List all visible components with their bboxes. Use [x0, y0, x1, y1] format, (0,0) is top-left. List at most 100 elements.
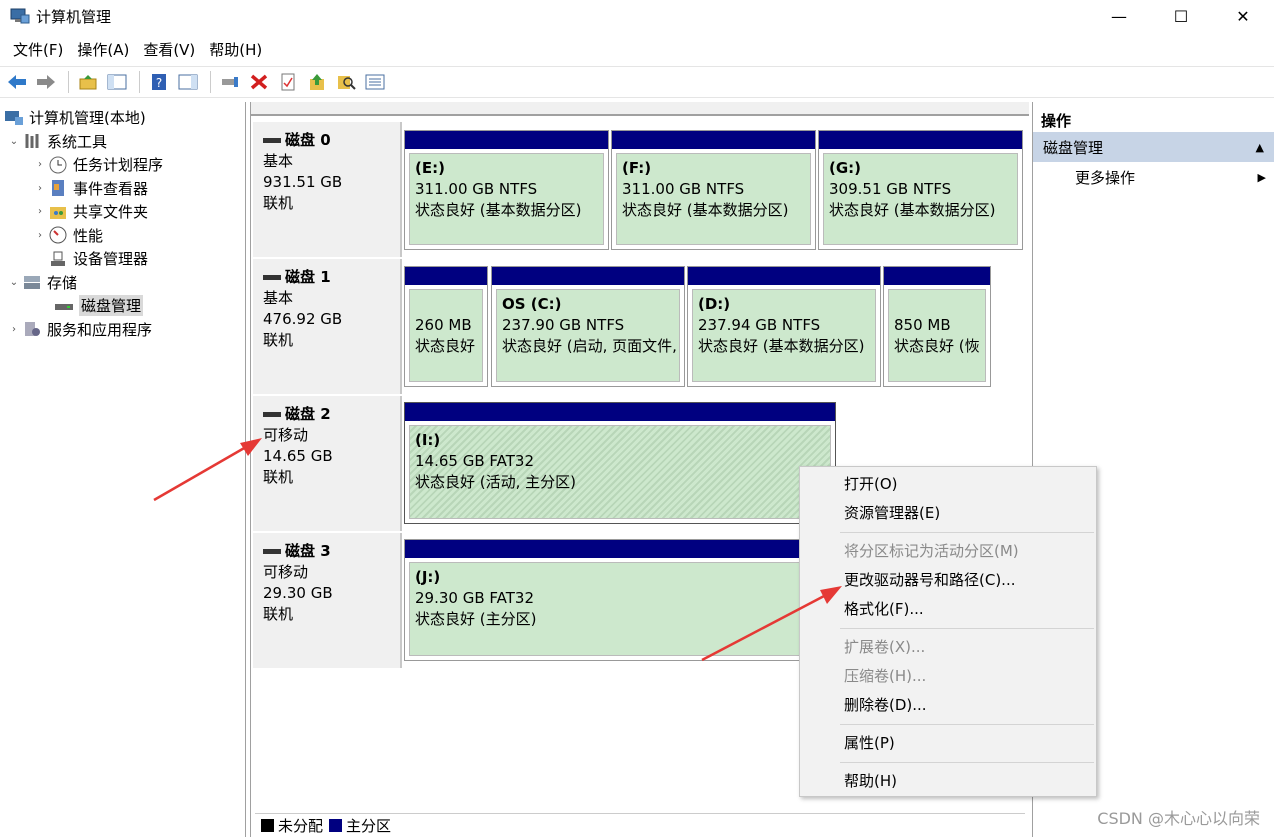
partition[interactable]: (D:) 237.94 GB NTFS 状态良好 (基本数据分区) — [687, 266, 881, 387]
maximize-button[interactable]: ☐ — [1150, 0, 1212, 32]
ctx-delete[interactable]: 删除卷(D)... — [800, 691, 1096, 720]
partition-size: 237.94 GB NTFS — [698, 316, 821, 334]
partition-size: 237.90 GB NTFS — [502, 316, 625, 334]
more-actions[interactable]: 更多操作 ▶ — [1033, 162, 1274, 192]
partition-size: 311.00 GB NTFS — [622, 180, 745, 198]
chevron-right-icon[interactable]: › — [32, 206, 48, 217]
ctx-format[interactable]: 格式化(F)... — [800, 595, 1096, 624]
tree-item-services-apps[interactable]: › 服务和应用程序 — [0, 318, 245, 342]
chevron-right-icon[interactable]: › — [32, 159, 48, 170]
partition-status: 状态良好 (主分区) — [415, 610, 537, 628]
partition[interactable]: (F:) 311.00 GB NTFS 状态良好 (基本数据分区) — [611, 130, 816, 250]
tools-icon — [22, 132, 42, 150]
minimize-button[interactable]: — — [1088, 0, 1150, 32]
chevron-right-icon[interactable]: › — [6, 324, 22, 335]
menu-file[interactable]: 文件(F) — [6, 37, 70, 63]
forward-icon[interactable] — [33, 69, 59, 95]
properties-icon[interactable] — [275, 69, 301, 95]
disk-label[interactable]: 磁盘 1 基本 476.92 GB 联机 — [253, 259, 402, 394]
menu-action[interactable]: 操作(A) — [70, 37, 136, 63]
ctx-properties[interactable]: 属性(P) — [800, 729, 1096, 758]
partition-status: 状态良好 (恢 — [894, 337, 980, 355]
tree-item-root[interactable]: 计算机管理(本地) — [0, 106, 245, 130]
partition-size: 309.51 GB NTFS — [829, 180, 952, 198]
partition-bar — [688, 267, 880, 285]
tree-item-label: 共享文件夹 — [73, 203, 149, 222]
device-manager-icon — [48, 250, 68, 268]
partition[interactable]: (E:) 311.00 GB NTFS 状态良好 (基本数据分区) — [404, 130, 609, 250]
legend-unallocated: 未分配 — [278, 817, 324, 835]
tree-item-label: 性能 — [73, 226, 104, 245]
partition-bar — [405, 403, 835, 421]
partition-status: 状态良好 (基本数据分区) — [829, 201, 996, 219]
disk-label[interactable]: 磁盘 3 可移动 29.30 GB 联机 — [253, 533, 402, 668]
close-button[interactable]: ✕ — [1212, 0, 1274, 32]
partition-drive: OS (C:) — [502, 295, 562, 313]
partition-selected[interactable]: (I:) 14.65 GB FAT32 状态良好 (活动, 主分区) — [404, 402, 836, 524]
tree-item-shared-folders[interactable]: › 共享文件夹 — [0, 200, 245, 224]
context-menu: 打开(O) 资源管理器(E) 将分区标记为活动分区(M) 更改驱动器号和路径(C… — [799, 466, 1097, 797]
partition-size: 14.65 GB FAT32 — [415, 452, 534, 470]
partition[interactable]: 260 MB 状态良好 — [404, 266, 488, 387]
partition-status: 状态良好 (基本数据分区) — [698, 337, 865, 355]
search-icon[interactable] — [333, 69, 359, 95]
disk-type: 基本 — [263, 152, 294, 170]
partition[interactable]: 850 MB 状态良好 (恢 — [883, 266, 991, 387]
disk-icon — [263, 275, 281, 280]
partition-bar — [492, 267, 684, 285]
disk-type: 可移动 — [263, 426, 309, 444]
disk-name: 磁盘 3 — [285, 542, 331, 560]
disk-label[interactable]: 磁盘 2 可移动 14.65 GB 联机 — [253, 396, 402, 531]
tree-item-disk-management[interactable]: 磁盘管理 — [0, 294, 245, 318]
partition[interactable]: (G:) 309.51 GB NTFS 状态良好 (基本数据分区) — [818, 130, 1023, 250]
tree-item-system-tools[interactable]: ⌄ 系统工具 — [0, 130, 245, 154]
partition[interactable]: (J:) 29.30 GB FAT32 状态良好 (主分区) — [404, 539, 836, 661]
delete-icon[interactable] — [246, 69, 272, 95]
volume-list-splitter[interactable] — [251, 102, 1029, 116]
ctx-help[interactable]: 帮助(H) — [800, 767, 1096, 796]
help-icon[interactable]: ? — [146, 69, 172, 95]
tree-item-task-scheduler[interactable]: › 任务计划程序 — [0, 153, 245, 177]
partition-size: 260 MB — [415, 316, 472, 334]
tree-item-label: 计算机管理(本地) — [29, 109, 146, 128]
tree-item-label: 事件查看器 — [73, 179, 149, 198]
tree-item-performance[interactable]: › 性能 — [0, 224, 245, 248]
partition-status: 状态良好 (活动, 主分区) — [415, 473, 577, 491]
legend-swatch-primary — [329, 819, 343, 832]
back-icon[interactable] — [4, 69, 30, 95]
ctx-explorer[interactable]: 资源管理器(E) — [800, 499, 1096, 528]
connect-icon[interactable] — [217, 69, 243, 95]
collapse-up-icon[interactable]: ▲ — [1256, 141, 1264, 154]
disk-label[interactable]: 磁盘 0 基本 931.51 GB 联机 — [253, 122, 402, 257]
chevron-down-icon[interactable]: ⌄ — [6, 136, 22, 147]
menu-view[interactable]: 查看(V) — [136, 37, 202, 63]
tree-item-event-viewer[interactable]: › 事件查看器 — [0, 177, 245, 201]
list-view-icon[interactable] — [362, 69, 388, 95]
ctx-open[interactable]: 打开(O) — [800, 470, 1096, 499]
partition[interactable]: OS (C:) 237.90 GB NTFS 状态良好 (启动, 页面文件, — [491, 266, 685, 387]
chevron-down-icon[interactable]: ⌄ — [6, 277, 22, 288]
submenu-arrow-icon: ▶ — [1257, 170, 1266, 184]
menu-help[interactable]: 帮助(H) — [202, 37, 269, 63]
export-icon[interactable] — [304, 69, 330, 95]
disk-status: 联机 — [263, 331, 294, 349]
disk-name: 磁盘 1 — [285, 268, 331, 286]
performance-icon — [48, 226, 68, 244]
tree-item-storage[interactable]: ⌄ 存储 — [0, 271, 245, 295]
ctx-change-letter[interactable]: 更改驱动器号和路径(C)... — [800, 566, 1096, 595]
chevron-right-icon[interactable]: › — [32, 183, 48, 194]
show-hide-tree-icon[interactable] — [104, 69, 130, 95]
up-folder-icon[interactable] — [75, 69, 101, 95]
toolbar-separator — [210, 71, 211, 93]
actions-section-disk-management[interactable]: 磁盘管理 ▲ — [1033, 132, 1274, 162]
disk-name: 磁盘 0 — [285, 131, 331, 149]
partition-status: 状态良好 (基本数据分区) — [415, 201, 582, 219]
partition-drive: (I:) — [415, 431, 441, 449]
partition-bar — [612, 131, 815, 149]
disk-status: 联机 — [263, 605, 294, 623]
show-hide-action-pane-icon[interactable] — [175, 69, 201, 95]
more-actions-label: 更多操作 — [1075, 168, 1136, 187]
chevron-right-icon[interactable]: › — [32, 230, 48, 241]
tree-item-device-manager[interactable]: 设备管理器 — [0, 247, 245, 271]
disk-size: 14.65 GB — [263, 447, 333, 465]
